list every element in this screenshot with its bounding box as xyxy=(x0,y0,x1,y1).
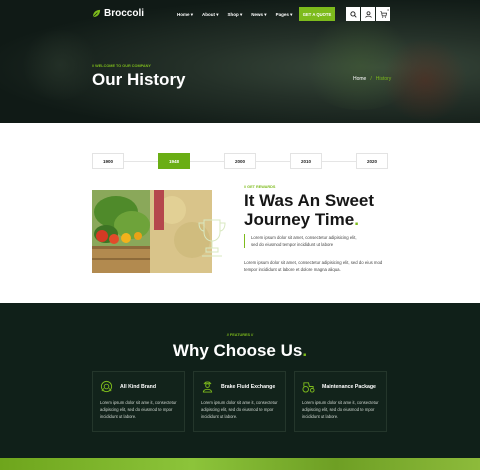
main-nav: Broccoli Home ▾ About ▾ Shop ▾ News ▾ Pa… xyxy=(0,0,480,28)
feature-card-title: Maintenance Package xyxy=(322,384,376,390)
farmer-icon xyxy=(202,381,213,393)
vegetables-photo xyxy=(92,190,212,273)
search-button[interactable] xyxy=(346,7,360,21)
vegetables-photo-art xyxy=(92,190,212,273)
hero-veg-decor xyxy=(20,30,100,100)
features-title-dot: . xyxy=(302,341,308,360)
breadcrumb-current: History xyxy=(375,76,392,82)
nav-item-home[interactable]: Home ▾ xyxy=(177,12,193,18)
breadcrumb-separator: / xyxy=(370,76,372,82)
feature-card[interactable]: All Kind Brand Lorem ipsum dolor sit ame… xyxy=(92,371,185,432)
about-quote-line: Lorem ipsum dolor sit amet, consectetur … xyxy=(251,235,357,240)
features-section: // FEATURES // Why Choose Us. All Kind B… xyxy=(0,303,480,458)
tractor-icon xyxy=(302,382,315,393)
footer-banner-strip xyxy=(0,458,480,470)
hero-eyebrow: // WELCOME TO OUR COMPANY xyxy=(92,64,151,68)
brand-badge-icon xyxy=(100,380,113,393)
feature-card-text: Lorem ipsum dolor sit ame it, consectetu… xyxy=(100,400,177,419)
about-paragraph: Lorem ipsum dolor sit amet, consectetur … xyxy=(244,260,383,272)
timeline-year-1948[interactable]: 1948 xyxy=(158,153,190,169)
about-title-dot: . xyxy=(354,210,359,229)
cart-count-badge: 0 xyxy=(387,8,389,12)
about-title: It Was An Sweet Journey Time. xyxy=(244,191,394,229)
feature-card[interactable]: Brake Fluid Exchange Lorem ipsum dolor s… xyxy=(193,371,286,432)
account-button[interactable] xyxy=(361,7,375,21)
page-title: Our History xyxy=(92,70,186,89)
timeline-year-2020[interactable]: 2020 xyxy=(356,153,388,169)
feature-card-title: Brake Fluid Exchange xyxy=(221,384,276,390)
nav-item-news[interactable]: News ▾ xyxy=(251,12,266,18)
timeline-year-1900[interactable]: 1900 xyxy=(92,153,124,169)
features-title-text: Why Choose Us xyxy=(172,341,303,360)
features-eyebrow: // FEATURES // xyxy=(226,333,254,337)
breadcrumb-home-link[interactable]: Home xyxy=(353,76,366,82)
feature-card[interactable]: Maintenance Package Lorem ipsum dolor si… xyxy=(294,371,387,432)
nav-item-shop[interactable]: Shop ▾ xyxy=(228,12,243,18)
features-title: Why Choose Us. xyxy=(0,341,480,361)
page-hero: Broccoli Home ▾ About ▾ Shop ▾ News ▾ Pa… xyxy=(0,0,480,123)
about-quote-line: sed do eiusmod tempor incididunt ut labo… xyxy=(251,242,334,247)
nav-item-about[interactable]: About ▾ xyxy=(202,12,219,18)
hero-veg-decor xyxy=(380,40,470,120)
leaf-icon xyxy=(92,9,101,18)
logo-text: Broccoli xyxy=(104,8,145,19)
feature-card-title: All Kind Brand xyxy=(120,384,157,390)
timeline-year-2010[interactable]: 2010 xyxy=(290,153,322,169)
cart-button[interactable]: 0 xyxy=(376,7,390,21)
get-a-quote-button[interactable]: GET A QUOTE xyxy=(299,7,335,21)
history-timeline: 1900 1948 2000 2010 2020 xyxy=(92,153,388,169)
search-icon xyxy=(349,10,357,18)
trophy-icon xyxy=(198,219,226,257)
nav-menu: Home ▾ About ▾ Shop ▾ News ▾ Pages ▾ Con… xyxy=(177,12,318,18)
user-icon xyxy=(364,10,372,18)
about-quote: Lorem ipsum dolor sit amet, consectetur … xyxy=(244,234,384,248)
nav-item-pages[interactable]: Pages ▾ xyxy=(276,12,293,18)
site-logo[interactable]: Broccoli xyxy=(92,8,144,19)
timeline-year-2000[interactable]: 2000 xyxy=(224,153,256,169)
feature-card-text: Lorem ipsum dolor sit ame it, consectetu… xyxy=(201,400,278,419)
breadcrumb: Home / History xyxy=(353,76,391,82)
about-eyebrow: // GET REWARDS xyxy=(244,185,276,189)
cart-icon xyxy=(379,10,387,18)
feature-card-text: Lorem ipsum dolor sit ame it, consectetu… xyxy=(302,400,379,419)
